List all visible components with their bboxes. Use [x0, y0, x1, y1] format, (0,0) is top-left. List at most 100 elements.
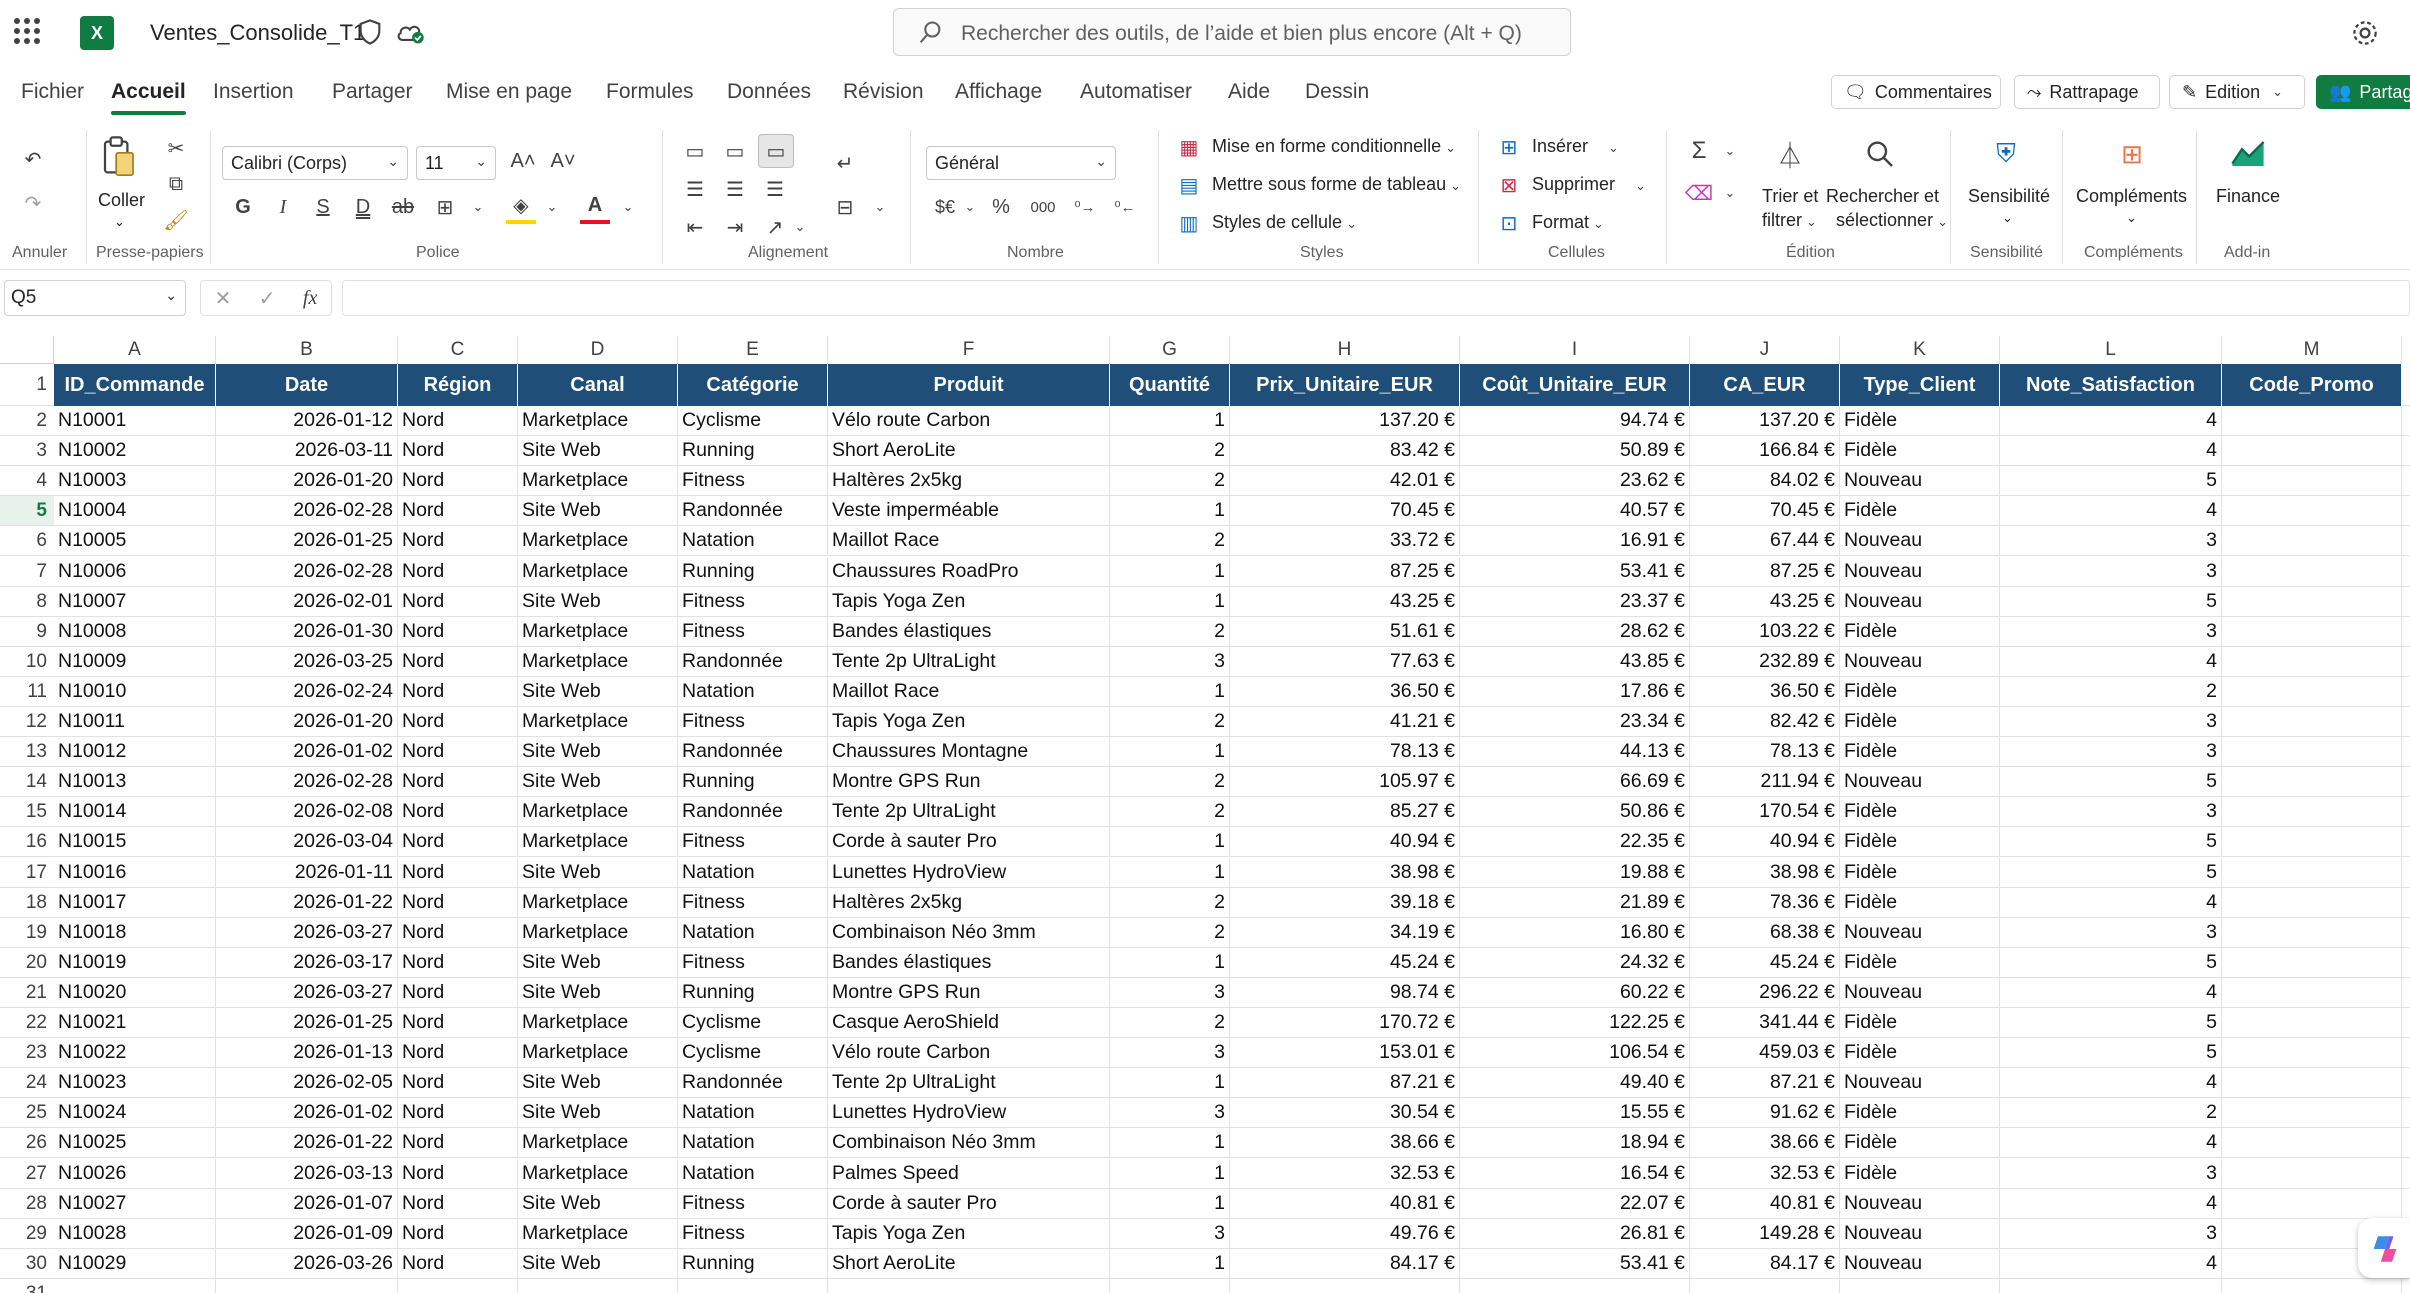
row-header-12[interactable]: 12 — [0, 707, 54, 738]
table-cell[interactable]: Nord — [398, 1158, 518, 1189]
format-cells-button[interactable]: Format ⌄ — [1532, 212, 1604, 233]
table-cell[interactable] — [1110, 1278, 1230, 1293]
table-cell[interactable]: Fitness — [678, 616, 828, 647]
table-cell[interactable] — [2222, 1128, 2402, 1159]
table-cell[interactable]: 3 — [2000, 707, 2222, 737]
table-cell[interactable]: 232.89 € — [1690, 646, 1840, 677]
table-cell[interactable]: Nord — [398, 1248, 518, 1279]
table-cell[interactable]: Natation — [678, 857, 828, 888]
table-cell[interactable]: 19.88 € — [1460, 857, 1690, 888]
table-cell[interactable] — [2222, 676, 2402, 707]
table-cell[interactable]: 43.25 € — [1230, 586, 1460, 617]
table-cell[interactable]: Bandes élastiques — [828, 947, 1110, 978]
table-cell[interactable]: Marketplace — [518, 707, 678, 737]
table-cell[interactable]: Nouveau — [1840, 917, 2000, 948]
table-cell[interactable]: 2026-02-01 — [216, 586, 398, 617]
table-cell[interactable]: 2026-03-26 — [216, 1248, 398, 1279]
table-cell[interactable] — [2402, 1008, 2410, 1038]
table-cell[interactable]: 2026-03-11 — [216, 436, 398, 467]
table-cell[interactable]: 87.25 € — [1690, 556, 1840, 587]
table-cell[interactable]: 18.94 € — [1460, 1128, 1690, 1159]
table-cell[interactable]: Site Web — [518, 436, 678, 467]
table-cell[interactable]: Fidèle — [1840, 676, 2000, 707]
delete-cells-button[interactable]: Supprimer ⌄ — [1532, 174, 1646, 195]
table-cell[interactable]: N10013 — [54, 767, 216, 798]
table-cell[interactable]: 45.24 € — [1690, 947, 1840, 978]
table-cell[interactable] — [2222, 1038, 2402, 1069]
table-cell[interactable] — [2402, 1189, 2410, 1219]
tab-mise-en-page[interactable]: Mise en page — [446, 80, 572, 104]
decrease-indent-icon[interactable]: ⇤ — [680, 212, 710, 242]
table-cell[interactable]: 2 — [1110, 1008, 1230, 1038]
currency-icon[interactable]: $€ — [930, 192, 960, 222]
table-cell[interactable]: 87.25 € — [1230, 556, 1460, 587]
column-header-f[interactable]: F — [828, 336, 1110, 364]
table-cell[interactable]: Haltères 2x5kg — [828, 466, 1110, 497]
table-cell[interactable]: Montre GPS Run — [828, 767, 1110, 798]
table-cell[interactable]: 3 — [1110, 1038, 1230, 1069]
table-cell[interactable]: Randonnée — [678, 496, 828, 527]
table-cell[interactable]: 33.72 € — [1230, 526, 1460, 557]
table-cell[interactable]: 2026-01-30 — [216, 616, 398, 647]
table-cell[interactable]: 42.01 € — [1230, 466, 1460, 497]
catchup-button[interactable]: ⤳ Rattrapage — [2014, 75, 2160, 109]
tab-affichage[interactable]: Affichage — [955, 80, 1042, 104]
table-cell[interactable]: Casque AeroShield — [828, 1008, 1110, 1038]
table-cell[interactable]: Marketplace — [518, 1008, 678, 1038]
table-cell[interactable]: 3 — [2000, 556, 2222, 587]
fill-chevron-icon[interactable]: ⌄ — [544, 194, 560, 220]
table-cell[interactable]: Running — [678, 767, 828, 798]
decrease-decimal-icon[interactable]: ⁰← — [1110, 192, 1140, 222]
header-cell[interactable]: Produit — [828, 364, 1110, 406]
comments-button[interactable]: 🗨 Commentaires — [1831, 75, 2001, 109]
header-cell[interactable]: CA_EUR — [1690, 364, 1840, 406]
table-cell[interactable]: 2 — [2000, 1098, 2222, 1129]
table-cell[interactable]: Tente 2p UltraLight — [828, 646, 1110, 677]
column-header-c[interactable]: C — [398, 336, 518, 364]
table-cell[interactable]: Vélo route Carbon — [828, 406, 1110, 436]
column-header-i[interactable]: I — [1460, 336, 1690, 364]
table-cell[interactable]: 70.45 € — [1230, 496, 1460, 527]
sort-filter-button[interactable]: filtrer ⌄ — [1762, 210, 1817, 231]
table-cell[interactable]: 1 — [1110, 857, 1230, 888]
table-cell[interactable]: Natation — [678, 917, 828, 948]
table-cell[interactable]: Nord — [398, 616, 518, 647]
table-cell[interactable]: 1 — [1110, 556, 1230, 587]
table-cell[interactable]: N10027 — [54, 1188, 216, 1219]
addins-button[interactable]: Compléments — [2076, 186, 2187, 207]
table-cell[interactable]: N10015 — [54, 827, 216, 858]
table-cell[interactable]: 2 — [1110, 887, 1230, 918]
table-cell[interactable]: Marketplace — [518, 616, 678, 647]
table-cell[interactable]: 103.22 € — [1690, 616, 1840, 647]
column-header-h[interactable]: H — [1230, 336, 1460, 364]
find-select-label-1[interactable]: Rechercher et — [1826, 186, 1939, 207]
table-cell[interactable]: 40.81 € — [1230, 1188, 1460, 1219]
table-cell[interactable] — [678, 1278, 828, 1293]
number-format-select[interactable]: Général ⌄ — [926, 146, 1116, 180]
row-header-16[interactable]: 16 — [0, 827, 54, 858]
table-cell[interactable]: Fitness — [678, 947, 828, 978]
table-cell[interactable]: 39.18 € — [1230, 887, 1460, 918]
row-header-6[interactable]: 6 — [0, 526, 54, 557]
autosum-chevron-icon[interactable]: ⌄ — [1722, 138, 1738, 164]
table-cell[interactable]: N10005 — [54, 526, 216, 557]
table-cell[interactable]: 3 — [2000, 1218, 2222, 1249]
table-cell[interactable]: 84.17 € — [1690, 1248, 1840, 1279]
table-cell[interactable]: 106.54 € — [1460, 1038, 1690, 1069]
table-cell[interactable]: 50.89 € — [1460, 436, 1690, 467]
table-cell[interactable]: Marketplace — [518, 917, 678, 948]
table-cell[interactable]: Nouveau — [1840, 977, 2000, 1008]
table-cell[interactable]: 23.34 € — [1460, 707, 1690, 737]
insert-cells-button[interactable]: Insérer ⌄ — [1532, 136, 1619, 157]
table-cell[interactable]: 1 — [1110, 676, 1230, 707]
table-cell[interactable] — [2222, 406, 2402, 436]
column-header-j[interactable]: J — [1690, 336, 1840, 364]
merge-chevron-icon[interactable]: ⌄ — [872, 194, 888, 220]
table-cell[interactable]: 38.66 € — [1690, 1128, 1840, 1159]
format-as-table-button[interactable]: Mettre sous forme de tableau ⌄ — [1212, 174, 1461, 195]
table-cell[interactable]: 82.42 € — [1690, 707, 1840, 737]
tab-donnees[interactable]: Données — [727, 80, 811, 104]
table-cell[interactable]: Running — [678, 556, 828, 587]
table-cell[interactable] — [398, 1278, 518, 1293]
table-cell[interactable]: 5 — [2000, 947, 2222, 978]
